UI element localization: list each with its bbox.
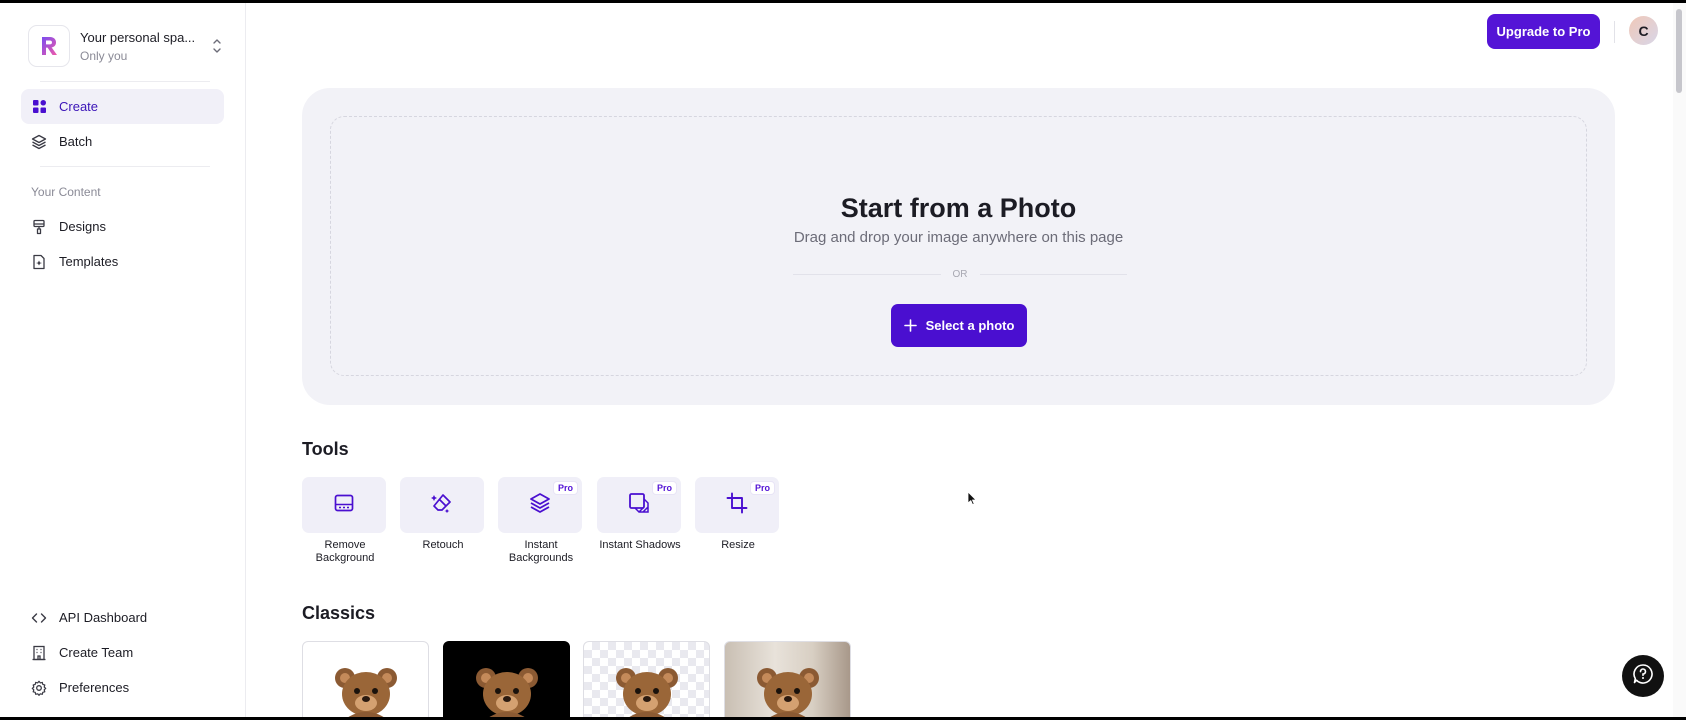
sidebar-divider [40, 166, 210, 167]
upgrade-to-pro-button[interactable]: Upgrade to Pro [1487, 14, 1600, 49]
page-scrollbar[interactable] [1673, 3, 1686, 717]
classic-white-background[interactable] [302, 641, 429, 717]
tools-heading: Tools [302, 439, 349, 459]
pro-badge: Pro [749, 481, 775, 495]
classics-heading: Classics [302, 603, 376, 623]
classic-room-background[interactable] [724, 641, 851, 717]
sidebar-item-label: Preferences [59, 680, 130, 695]
workspace-members: Only you [80, 48, 128, 63]
tool-remove-background[interactable]: Remove Background [302, 477, 388, 565]
workspace-switcher[interactable]: Your personal spa... Only you [28, 25, 224, 67]
tool-label: Resize [721, 539, 755, 551]
layers-icon [31, 134, 47, 150]
sidebar-item-label: API Dashboard [59, 610, 148, 625]
sidebar-item-label: Create Team [59, 645, 134, 660]
workspace-logo [28, 25, 70, 67]
sidebar-item-label: Templates [59, 254, 119, 269]
classic-transparent-background[interactable] [583, 641, 710, 717]
building-icon [31, 645, 47, 661]
teddy-bear-image [616, 668, 678, 717]
teddy-bear-image [476, 668, 538, 717]
tool-label: Instant Backgrounds [508, 539, 574, 564]
select-photo-button[interactable]: Select a photo [891, 304, 1027, 347]
tool-retouch[interactable]: Retouch [400, 477, 486, 552]
teddy-bear-image [335, 668, 397, 717]
teddy-bear-image [757, 668, 819, 717]
sidebar-item-designs[interactable]: Designs [21, 209, 224, 244]
tool-label: Retouch [422, 539, 464, 551]
tool-resize[interactable]: Pro Resize [695, 477, 781, 552]
select-photo-label: Select a photo [925, 318, 1015, 333]
sidebar-item-label: Designs [59, 219, 106, 234]
dropzone[interactable]: Start from a Photo Drag and drop your im… [330, 116, 1587, 376]
app-window: Your personal spa... Only you Create Bat… [0, 3, 1686, 717]
template-file-icon [31, 254, 47, 270]
classic-black-background[interactable] [443, 641, 570, 717]
or-divider: OR [793, 267, 1127, 281]
scrollbar-thumb[interactable] [1676, 9, 1682, 93]
grid-icon [31, 99, 47, 115]
sidebar-divider [40, 81, 210, 82]
gear-icon [31, 680, 47, 696]
tool-label: Instant Shadows [599, 539, 681, 551]
help-chat-icon [1632, 663, 1654, 690]
photo-upload-panel: Start from a Photo Drag and drop your im… [302, 88, 1615, 405]
sidebar-item-label: Batch [59, 134, 93, 149]
sidebar-item-templates[interactable]: Templates [21, 244, 224, 279]
layers-icon [529, 492, 551, 519]
avatar[interactable]: C [1629, 16, 1658, 45]
plus-icon [903, 319, 917, 332]
sidebar-item-create[interactable]: Create [21, 89, 224, 124]
shadow-icon [627, 491, 651, 520]
eraser-icon [430, 491, 454, 520]
pro-badge: Pro [651, 481, 677, 495]
sidebar-item-api-dashboard[interactable]: API Dashboard [21, 600, 224, 635]
sidebar: Your personal spa... Only you Create Bat… [0, 3, 246, 717]
sidebar-item-batch[interactable]: Batch [21, 124, 224, 159]
pro-badge: Pro [552, 481, 578, 495]
sidebar-item-preferences[interactable]: Preferences [21, 670, 224, 705]
or-label: OR [952, 268, 968, 280]
help-chat-button[interactable] [1622, 655, 1664, 697]
section-label-your-content: Your Content [31, 185, 101, 199]
workspace-name: Your personal spa... [80, 29, 196, 45]
tool-instant-backgrounds[interactable]: Pro Instant Backgrounds [498, 477, 584, 565]
crop-icon [726, 492, 748, 519]
tool-label: Remove Background [315, 539, 375, 564]
remove-background-icon [333, 492, 355, 519]
hero-title: Start from a Photo [840, 193, 1077, 223]
topbar-divider [1614, 21, 1615, 43]
mouse-cursor-icon [967, 491, 977, 511]
brush-icon [31, 219, 47, 235]
sidebar-item-label: Create [59, 99, 99, 114]
chevron-up-down-icon[interactable] [210, 34, 224, 58]
code-icon [31, 610, 47, 626]
hero-subtitle: Drag and drop your image anywhere on thi… [793, 229, 1124, 246]
sidebar-item-create-team[interactable]: Create Team [21, 635, 224, 670]
tool-instant-shadows[interactable]: Pro Instant Shadows [597, 477, 683, 552]
